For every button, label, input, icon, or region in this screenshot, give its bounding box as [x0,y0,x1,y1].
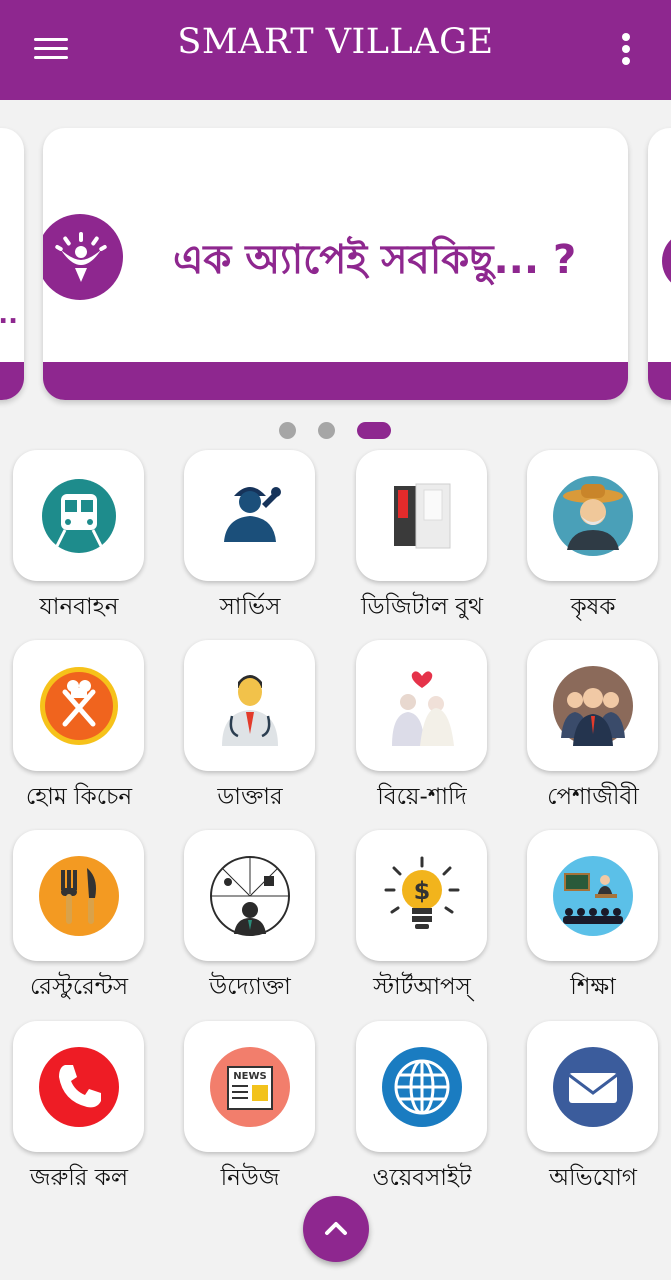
service-tile-transport[interactable]: যানবাহন [13,450,153,620]
emergency-phone-icon [39,1047,119,1127]
service-tile-complaint[interactable]: অভিযোগ [527,1021,667,1191]
service-label: কৃষক [570,594,616,620]
service-label: বিয়ে-শাদি [377,784,467,810]
app-title: SMART VILLAGE [177,22,494,62]
svg-text:$: $ [414,877,431,905]
startup-bulb-icon: $ [384,856,460,929]
restaurant-fork-knife-icon [39,856,119,936]
svg-text:NEWS: NEWS [233,1071,266,1082]
scroll-top-button[interactable] [303,1196,369,1262]
website-globe-icon [382,1047,462,1127]
more-vertical-icon[interactable] [612,30,640,70]
bus-icon [42,479,116,553]
wedding-couple-icon [392,671,454,746]
service-label: শিক্ষা [570,974,616,1000]
service-tile-news[interactable]: NEWS নিউজ [184,1021,324,1191]
service-tile-doctor[interactable]: ডাক্তার [184,640,324,810]
service-label: যানবাহন [39,594,119,620]
mechanic-icon [224,487,281,542]
professionals-icon [553,666,633,746]
news-icon: NEWS [210,1047,290,1127]
service-label: ওয়েবসাইট [372,1165,472,1191]
service-tile-website[interactable]: ওয়েবসাইট [356,1021,496,1191]
service-label: নিউজ [220,1165,280,1191]
service-label: জরুরি কল [30,1165,128,1191]
service-label: সার্ভিস [219,594,281,620]
smart-village-logo-icon [662,231,671,291]
service-tile-home-kitchen[interactable]: হোম কিচেন [13,640,153,810]
app-bar: SMART VILLAGE [0,0,671,100]
farmer-icon [553,476,633,556]
chevron-up-icon [325,1222,347,1235]
service-label: অভিযোগ [549,1165,637,1191]
service-label: ডাক্তার [217,784,283,810]
education-classroom-icon [553,856,633,936]
service-tile-farmer[interactable]: কৃষক [527,450,667,620]
complaint-mail-icon [553,1047,633,1127]
service-label: হোম কিচেন [25,784,133,810]
service-label: রেস্টুরেন্টস [29,974,129,1000]
carousel-dot-3-active[interactable] [357,422,391,439]
chef-kitchen-icon [40,667,118,745]
doctor-icon [222,675,278,746]
service-tile-professionals[interactable]: পেশাজীবী [527,640,667,810]
carousel-indicators [0,420,671,440]
service-tile-restaurants[interactable]: রেস্টুরেন্টস [13,830,153,1000]
service-tile-entrepreneur[interactable]: উদ্যোক্তা [184,830,324,1000]
service-tile-startups[interactable]: $ স্টার্টআপস্ [356,830,496,1000]
service-tile-education[interactable]: শিক্ষা [527,830,667,1000]
entrepreneur-icon [210,856,290,936]
smart-village-logo-icon [43,214,123,300]
service-tile-digital-booth[interactable]: ডিজিটাল বুথ [356,450,496,620]
carousel-dot-2[interactable] [318,422,335,439]
service-label: স্টার্টআপস্ [373,974,471,1000]
carousel-slide-next[interactable] [648,128,671,400]
service-label: ডিজিটাল বুথ [360,594,483,620]
service-tile-emergency-call[interactable]: জরুরি কল [13,1021,153,1191]
carousel-slide-current[interactable]: এক অ্যাপেই সবকিছু... ? [43,128,628,400]
service-label: পেশাজীবী [547,784,639,810]
service-label: উদ্যোক্তা [209,974,291,1000]
slide-text-partial: .. [0,300,18,330]
carousel-slogan: এক অ্যাপেই সবকিছু... ? [173,237,577,283]
carousel-slide-previous[interactable]: .. [0,128,24,400]
digital-booth-icon [394,483,451,549]
banner-carousel[interactable]: .. এক অ্যাপেই সবকিছু... ? [0,100,671,430]
service-tile-service[interactable]: সার্ভিস [184,450,324,620]
service-tile-wedding[interactable]: বিয়ে-শাদি [356,640,496,810]
carousel-dot-1[interactable] [279,422,296,439]
